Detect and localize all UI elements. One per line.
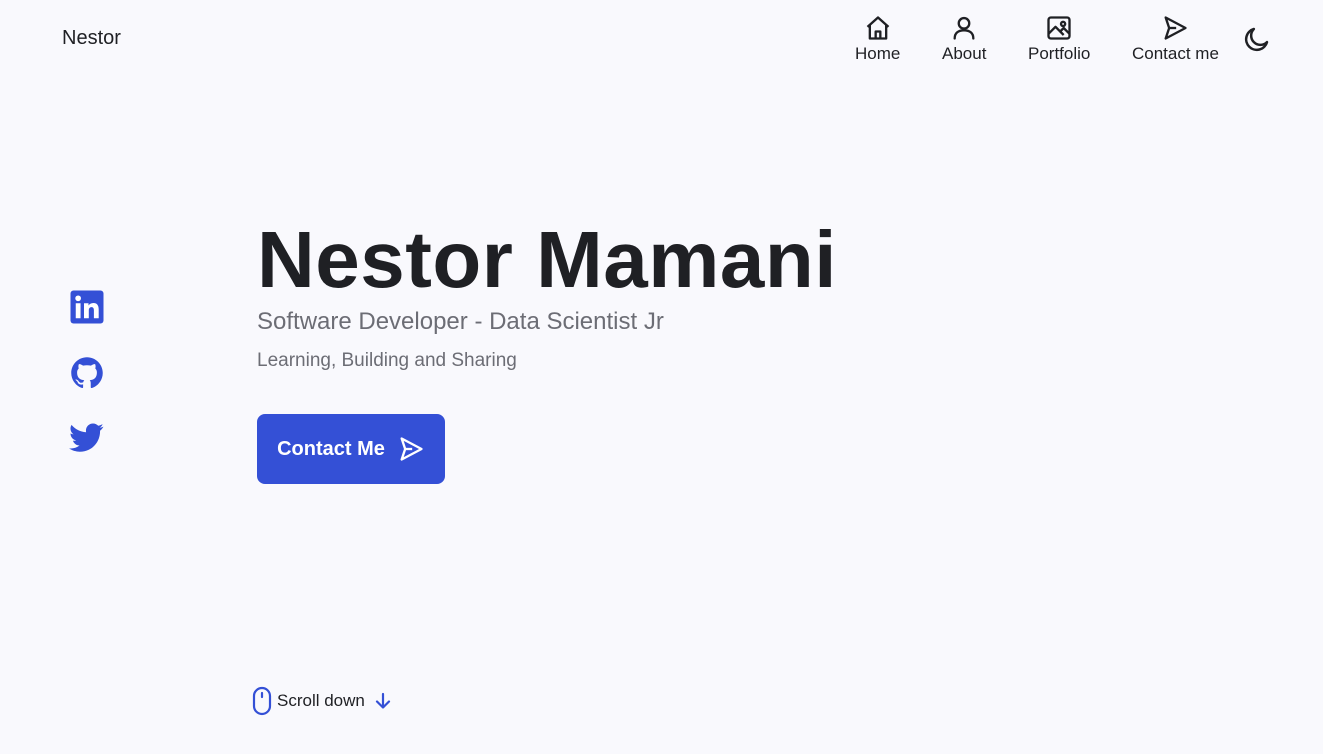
contact-me-label: Contact Me — [277, 437, 385, 460]
moon-icon — [1242, 24, 1272, 54]
nav-portfolio[interactable]: Portfolio — [1028, 14, 1090, 64]
send-icon — [385, 435, 425, 463]
nav-about-label: About — [942, 44, 987, 63]
github-icon — [69, 355, 105, 391]
nav-contact-label: Contact me — [1132, 44, 1219, 63]
twitter-link[interactable] — [69, 419, 105, 455]
scroll-down-label: Scroll down — [277, 691, 365, 710]
image-icon — [1045, 14, 1073, 42]
send-icon — [1161, 14, 1189, 42]
linkedin-link[interactable] — [69, 289, 105, 325]
github-link[interactable] — [69, 355, 105, 391]
arrow-down-icon — [365, 691, 393, 711]
main-nav: Home About Portfolio Contact me — [0, 14, 1323, 74]
hero-subtitle: Software Developer - Data Scientist Jr — [257, 308, 664, 335]
mouse-icon — [252, 686, 272, 716]
twitter-icon — [69, 419, 105, 455]
nav-home-label: Home — [855, 44, 901, 63]
nav-contact[interactable]: Contact me — [1132, 14, 1219, 64]
contact-me-button[interactable]: Contact Me — [257, 414, 445, 484]
theme-toggle-button[interactable] — [1242, 24, 1272, 54]
nav-about[interactable]: About — [942, 14, 986, 64]
hero-description: Learning, Building and Sharing — [257, 350, 517, 371]
scroll-down-link[interactable]: Scroll down — [252, 686, 393, 716]
home-icon — [864, 14, 892, 42]
nav-home[interactable]: Home — [855, 14, 900, 64]
page: Nestor Home About Portfolio Contact me N… — [0, 0, 1323, 754]
user-icon — [950, 14, 978, 42]
linkedin-icon — [69, 289, 105, 325]
hero-name: Nestor Mamani — [257, 215, 837, 304]
nav-portfolio-label: Portfolio — [1028, 44, 1091, 63]
